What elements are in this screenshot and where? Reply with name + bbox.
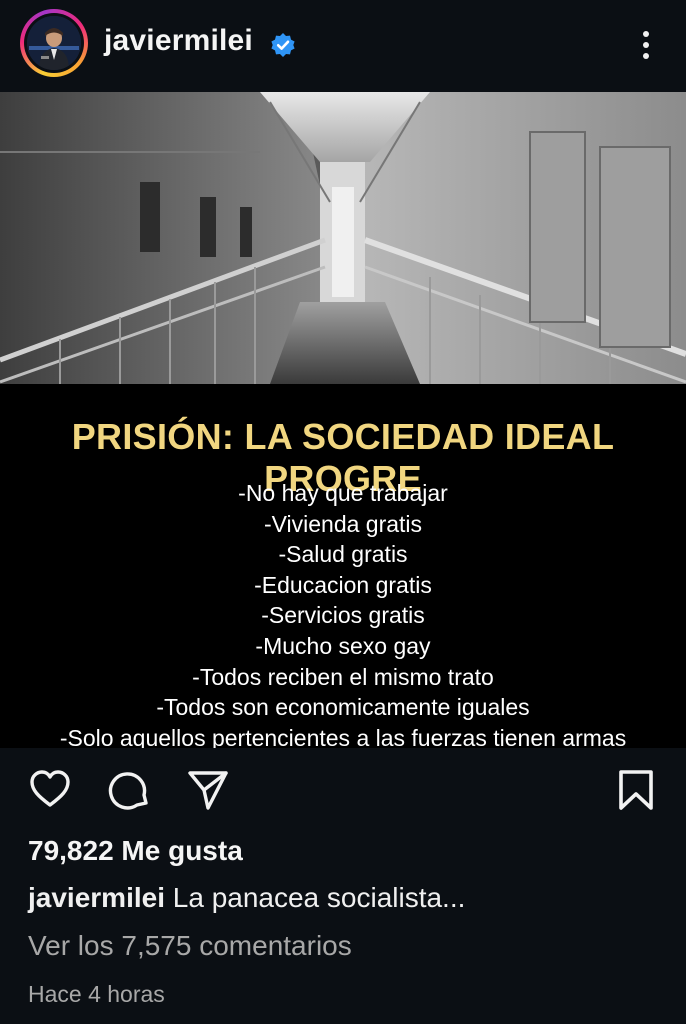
more-vertical-icon <box>643 31 649 37</box>
comment-icon[interactable] <box>108 769 152 813</box>
meme-line: -Solo aquellos pertencientes a las fuerz… <box>59 724 627 748</box>
heart-icon[interactable] <box>28 768 72 812</box>
meme-line: -No hay que trabajar <box>238 480 448 506</box>
more-vertical-icon <box>643 42 649 48</box>
meme-line: -Educacion gratis <box>254 571 432 598</box>
meme-line: -Todos son economicamente iguales <box>156 694 530 721</box>
caption-username[interactable]: javiermilei <box>28 882 165 913</box>
verified-badge-icon <box>271 33 295 57</box>
more-options-button[interactable] <box>632 28 660 62</box>
view-comments-link[interactable]: Ver los 7,575 comentarios <box>28 930 352 962</box>
post-timestamp: Hace 4 horas <box>28 981 165 1007</box>
post-actions <box>0 748 686 828</box>
meme-list: -No hay que trabajar -Vivienda gratis -S… <box>0 478 686 748</box>
post-username[interactable]: javiermilei <box>104 24 253 58</box>
bookmark-icon[interactable] <box>614 768 658 812</box>
likes-count[interactable]: 79,822 Me gusta <box>28 835 243 867</box>
meme-line: -Vivienda gratis <box>263 510 423 537</box>
more-vertical-icon <box>643 53 649 59</box>
send-icon[interactable] <box>186 769 230 813</box>
meme-line: -Mucho sexo gay <box>255 632 431 659</box>
meme-line: -Todos reciben el mismo trato <box>192 663 494 690</box>
caption: javiermilei La panacea socialista... <box>28 882 465 914</box>
avatar-story-ring[interactable] <box>20 9 88 77</box>
avatar <box>24 13 84 73</box>
post-image[interactable]: PRISIÓN: LA SOCIEDAD IDEAL PROGRE -No ha… <box>0 92 686 748</box>
caption-text: La panacea socialista... <box>172 882 466 913</box>
avatar-photo <box>27 16 81 70</box>
meme-line: -Servicios gratis <box>261 602 425 629</box>
post-header: javiermilei <box>0 0 686 92</box>
prison-corridor-photo <box>0 92 686 384</box>
meme-line: -Salud gratis <box>278 541 408 568</box>
